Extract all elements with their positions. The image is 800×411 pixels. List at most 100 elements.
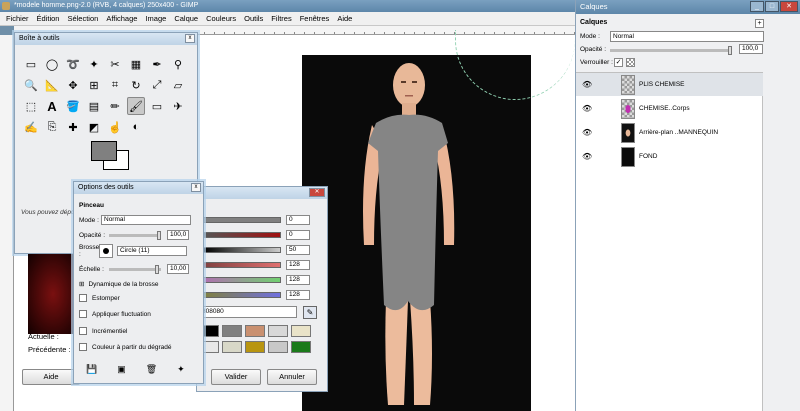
cancel-button[interactable]: Annuler [267,369,317,385]
layer-row[interactable]: 👁 FOND [576,145,763,168]
color-value-field[interactable]: 128 [286,274,310,285]
crop-icon[interactable]: ⌗ [106,76,124,94]
menu-affichage[interactable]: Affichage [102,14,141,23]
scale-slider[interactable] [109,264,161,274]
lock-alpha-icon[interactable] [626,58,635,67]
color-swatch[interactable] [245,341,265,353]
layers-menu-icon[interactable]: + [755,19,764,28]
menu-outils[interactable]: Outils [240,14,267,23]
ink-icon[interactable]: ✍ [22,118,40,136]
airbrush-icon[interactable]: ✈ [169,97,187,115]
visibility-eye-icon[interactable]: 👁 [582,128,602,137]
dodge-burn-icon[interactable]: ◐ [127,118,145,136]
layer-row[interactable]: 👁 CHEMISE..Corps [576,97,763,120]
color-slider[interactable] [203,261,281,268]
pencil-icon[interactable]: ✏ [106,97,124,115]
blend-icon[interactable]: ▤ [85,97,103,115]
color-swatch[interactable] [222,325,242,337]
toolbox-close-button[interactable]: x [185,34,195,43]
layers-opacity-field[interactable]: 100,0 [739,44,763,54]
color-swatch[interactable] [268,341,288,353]
scale-icon[interactable]: ⤢ [148,76,166,94]
menu-image[interactable]: Image [141,14,170,23]
checkbox[interactable] [79,343,87,351]
layer-row[interactable]: 👁 Arrière-plan ..MANNEQUIN [576,121,763,144]
scissors-icon[interactable]: ✂ [106,55,124,73]
vertical-ruler[interactable] [0,35,14,411]
color-dialog-close-button[interactable]: ✕ [309,188,325,197]
menu-fenetres[interactable]: Fenêtres [296,14,334,23]
tool-options-titlebar[interactable]: Options des outils x [74,182,203,194]
layers-mode-select[interactable]: Normal [610,31,764,42]
toolbox-titlebar[interactable]: Boîte à outils x [15,33,197,45]
foreground-color[interactable] [91,141,117,161]
align-icon[interactable]: ⊞ [85,76,103,94]
option-estomper[interactable]: Estomper [79,294,120,302]
minimize-button[interactable]: _ [750,1,764,12]
move-icon[interactable]: ✥ [64,76,82,94]
tool-options-close-button[interactable]: x [191,183,201,192]
ellipse-select-icon[interactable]: ◯ [43,55,61,73]
color-swatch[interactable] [291,325,311,337]
paths-icon[interactable]: ✒ [148,55,166,73]
bucket-fill-icon[interactable]: 🪣 [64,97,82,115]
checkbox[interactable] [79,327,87,335]
zoom-icon[interactable]: 🔍 [22,76,40,94]
menu-filtres[interactable]: Filtres [267,14,295,23]
menu-fichier[interactable]: Fichier [2,14,33,23]
color-slider[interactable] [203,291,281,298]
visibility-eye-icon[interactable]: 👁 [582,80,602,89]
option-incremental[interactable]: Incrémentiel [79,327,127,335]
text-icon[interactable]: A [43,97,61,115]
color-value-field[interactable]: 128 [286,289,310,300]
color-swatch[interactable] [291,341,311,353]
delete-icon[interactable]: 🗑 [146,364,157,375]
color-value-field[interactable]: 0 [286,229,310,240]
measure-icon[interactable]: 📐 [43,76,61,94]
heal-icon[interactable]: ✚ [64,118,82,136]
lock-pixels-checkbox[interactable]: ✓ [614,58,623,67]
scale-field[interactable]: 10,00 [167,264,189,274]
visibility-eye-icon[interactable]: 👁 [582,104,602,113]
menu-selection[interactable]: Sélection [63,14,102,23]
color-swatch[interactable] [222,341,242,353]
restore-icon[interactable]: ▣ [117,364,126,375]
rect-select-icon[interactable]: ▭ [22,55,40,73]
checkbox[interactable] [79,294,87,302]
opacity-slider[interactable] [109,230,161,240]
eyedropper-icon[interactable]: ✎ [303,306,317,319]
menu-calque[interactable]: Calque [170,14,202,23]
fg-bg-colors[interactable] [91,141,139,171]
smudge-icon[interactable]: ☝ [106,118,124,136]
shear-icon[interactable]: ▱ [169,76,187,94]
color-slider[interactable] [203,246,281,253]
layers-window-titlebar[interactable]: Calques _ □ ✕ [576,0,800,14]
color-slider[interactable] [203,276,281,283]
mode-select[interactable]: Normal [101,215,191,225]
color-slider[interactable] [203,216,281,223]
image-canvas[interactable] [302,55,531,411]
opacity-field[interactable]: 100,0 [167,230,189,240]
checkbox[interactable] [79,310,87,318]
brush-preview[interactable] [99,244,113,258]
color-picker-icon[interactable]: ⚲ [169,55,187,73]
clone-icon[interactable]: ⎘ [43,118,61,136]
color-dialog-titlebar[interactable]: ✕ [197,187,327,199]
fuzzy-select-icon[interactable]: ✦ [85,55,103,73]
layers-opacity-slider[interactable] [610,46,732,55]
color-value-field[interactable]: 0 [286,214,310,225]
menu-aide[interactable]: Aide [333,14,356,23]
visibility-eye-icon[interactable]: 👁 [582,152,602,161]
close-button[interactable]: ✕ [780,1,798,12]
color-value-field[interactable]: 128 [286,259,310,270]
rotate-icon[interactable]: ↻ [127,76,145,94]
menu-edition[interactable]: Édition [33,14,64,23]
expander-icon[interactable]: ⊞ [79,280,84,288]
menu-couleurs[interactable]: Couleurs [202,14,240,23]
hex-color-field[interactable]: 808080 [199,306,297,318]
option-gradient[interactable]: Couleur à partir du dégradé [79,343,172,351]
by-color-select-icon[interactable]: ▦ [127,55,145,73]
save-icon[interactable]: 💾 [86,364,97,375]
perspective-icon[interactable]: ⬚ [22,97,40,115]
layer-row[interactable]: 👁 PLIS CHEMISE [576,73,763,96]
